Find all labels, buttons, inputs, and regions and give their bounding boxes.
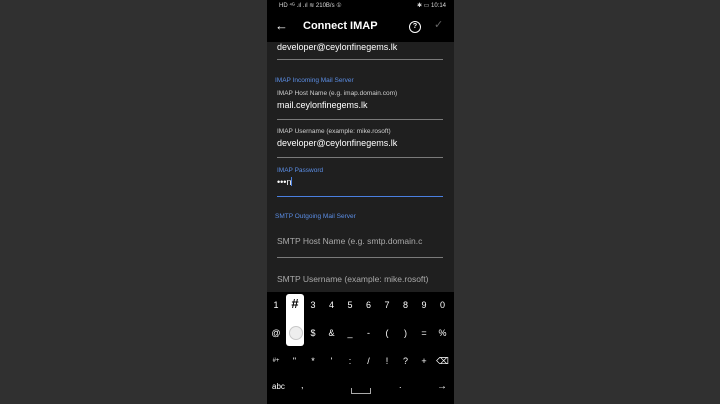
key-4[interactable]: 4	[323, 294, 341, 316]
field-underline	[277, 119, 443, 120]
status-right: ✱ ▭ 10:14	[416, 3, 446, 9]
imap-username-label: IMAP Username (example: mike.rosoft)	[277, 128, 391, 135]
key-exclamation[interactable]: !	[378, 350, 396, 372]
key-press-popup: #	[286, 294, 304, 346]
field-underline	[277, 59, 443, 60]
enter-arrow-icon[interactable]: →	[437, 381, 447, 392]
field-underline	[277, 157, 443, 158]
touch-indicator	[289, 326, 303, 340]
key-slash[interactable]: /	[360, 350, 378, 372]
key-9[interactable]: 9	[415, 294, 433, 316]
key-open-paren[interactable]: (	[378, 322, 396, 344]
phone-screen: HD ⁴ᴳ .ıl .ıl ≋ 210B/s ① ✱ ▭ 10:14 ← Con…	[267, 0, 454, 404]
imap-password-label: IMAP Password	[277, 167, 324, 174]
key-8[interactable]: 8	[397, 294, 415, 316]
imap-password-field[interactable]: IMAP Password •••n	[277, 167, 443, 197]
imap-username-field[interactable]: IMAP Username (example: mike.rosoft) dev…	[277, 128, 443, 158]
imap-form: developer@ceylonfinegems.lk IMAP Incomin…	[267, 42, 454, 292]
key-quote[interactable]: "	[286, 350, 304, 372]
key-3[interactable]: 3	[304, 294, 322, 316]
space-key[interactable]	[351, 388, 371, 394]
status-bar: HD ⁴ᴳ .ıl .ıl ≋ 210B/s ① ✱ ▭ 10:14	[267, 0, 454, 12]
key-period[interactable]: .	[399, 380, 402, 390]
confirm-check-icon[interactable]: ✓	[434, 18, 443, 31]
smtp-host-placeholder: SMTP Host Name (e.g. smtp.domain.c	[277, 236, 423, 246]
top-email-field[interactable]: developer@ceylonfinegems.lk	[277, 42, 443, 60]
key-minus[interactable]: -	[360, 322, 378, 344]
key-percent[interactable]: %	[434, 322, 452, 344]
imap-username-value: developer@ceylonfinegems.lk	[277, 138, 398, 148]
imap-password-row: •••n	[277, 177, 443, 187]
imap-host-label: IMAP Host Name (e.g. imap.domain.com)	[277, 90, 398, 97]
key-colon[interactable]: :	[341, 350, 359, 372]
key-close-paren[interactable]: )	[397, 322, 415, 344]
abc-key[interactable]: abc	[272, 382, 285, 391]
key-0[interactable]: 0	[434, 294, 452, 316]
key-equals[interactable]: =	[415, 322, 433, 344]
help-icon[interactable]: ?	[409, 21, 421, 33]
key-6[interactable]: 6	[360, 294, 378, 316]
key-asterisk[interactable]: *	[304, 350, 322, 372]
key-plus[interactable]: +	[415, 350, 433, 372]
key-5[interactable]: 5	[341, 294, 359, 316]
key-comma[interactable]: ,	[301, 380, 304, 390]
outgoing-section-title: SMTP Outgoing Mail Server	[275, 213, 356, 220]
key-7[interactable]: 7	[378, 294, 396, 316]
key-apostrophe[interactable]: '	[323, 350, 341, 372]
imap-host-value: mail.ceylonfinegems.lk	[277, 100, 368, 110]
page-title: Connect IMAP	[303, 20, 378, 32]
key-dollar[interactable]: $	[304, 322, 322, 344]
key-ampersand[interactable]: &	[323, 322, 341, 344]
key-question[interactable]: ?	[397, 350, 415, 372]
app-bar: ← Connect IMAP ? ✓	[267, 12, 454, 42]
key-at[interactable]: @	[267, 322, 285, 344]
key-more-symbols[interactable]: #+	[267, 350, 285, 372]
imap-password-value: •••n	[277, 177, 292, 187]
keyboard-row-more-symbols: #+ " * ' : / ! ? + ⌫	[267, 350, 454, 372]
backspace-icon[interactable]: ⌫	[434, 350, 452, 372]
key-underscore[interactable]: _	[341, 322, 359, 344]
smtp-username-placeholder: SMTP Username (example: mike.rosoft)	[277, 274, 429, 284]
key-1[interactable]: 1	[267, 294, 285, 316]
imap-host-field[interactable]: IMAP Host Name (e.g. imap.domain.com) ma…	[277, 90, 443, 120]
popup-key-glyph: #	[291, 296, 299, 311]
incoming-section-title: IMAP Incoming Mail Server	[275, 77, 354, 84]
top-email-value: developer@ceylonfinegems.lk	[277, 42, 398, 52]
status-left: HD ⁴ᴳ .ıl .ıl ≋ 210B/s ①	[279, 3, 342, 9]
field-underline	[277, 257, 443, 258]
text-cursor	[291, 177, 293, 186]
smtp-username-field[interactable]: SMTP Username (example: mike.rosoft)	[277, 274, 443, 292]
field-underline-active	[277, 195, 443, 197]
smtp-host-field[interactable]: SMTP Host Name (e.g. smtp.domain.c	[277, 236, 443, 258]
back-arrow-icon[interactable]: ←	[275, 18, 288, 34]
